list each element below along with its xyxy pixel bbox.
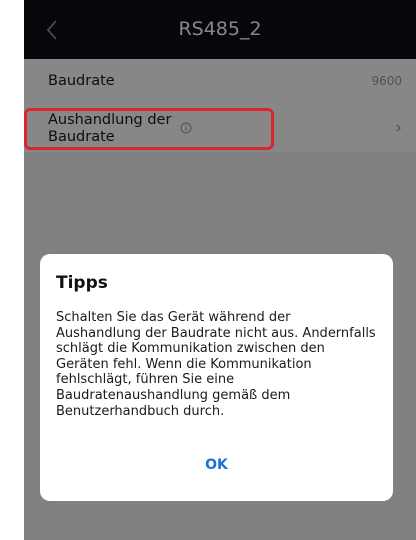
ok-button[interactable]: OK	[40, 457, 393, 473]
highlight-box	[24, 108, 274, 150]
app-screen: RS485_2 Baudrate 9600 Aushandlung der Ba…	[24, 0, 416, 540]
dialog-message: Schalten Sie das Gerät während der Ausha…	[56, 310, 376, 419]
tips-dialog: Tipps Schalten Sie das Gerät während der…	[40, 254, 393, 501]
dialog-title: Tipps	[56, 273, 108, 293]
